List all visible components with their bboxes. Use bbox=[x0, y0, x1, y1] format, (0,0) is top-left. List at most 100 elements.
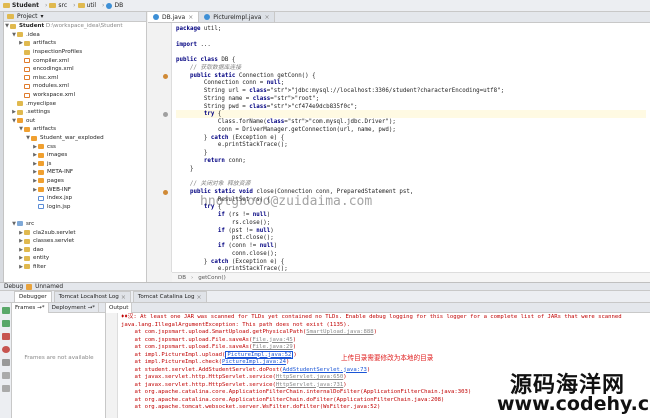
nav-crumb-3[interactable]: DB bbox=[106, 2, 123, 9]
chevron-down-icon[interactable]: ▾ bbox=[41, 13, 44, 20]
code-watermark: hnotgbooo@zuidaima.com bbox=[200, 194, 373, 209]
breadcrumb-class[interactable]: DB bbox=[178, 275, 186, 281]
nav-crumb-label: util bbox=[86, 2, 97, 9]
tree-item[interactable]: .myeclipse bbox=[4, 99, 146, 108]
debug-tab[interactable]: Tomcat Localhost Log × bbox=[53, 291, 131, 302]
tab-frames[interactable]: Frames →* bbox=[12, 302, 49, 313]
tree-item[interactable]: ▼ src bbox=[4, 220, 146, 229]
tree-item[interactable]: ▶ js bbox=[4, 160, 146, 169]
settings-icon[interactable] bbox=[2, 372, 10, 379]
annotation-note: 上传目录需要修改为本地的目录 bbox=[341, 354, 434, 362]
output-folder-icon bbox=[38, 152, 44, 158]
tree-item[interactable]: ▶ dao bbox=[4, 245, 146, 254]
tree-item[interactable]: ▶ cla2sub.servlet bbox=[4, 228, 146, 237]
project-panel-header: Project ▾ bbox=[4, 12, 146, 22]
resume-icon[interactable] bbox=[2, 320, 10, 327]
tree-item[interactable]: ▶ WEB-INF bbox=[4, 185, 146, 194]
close-icon[interactable]: × bbox=[121, 294, 126, 301]
tree-item[interactable]: misc.xml bbox=[4, 74, 146, 83]
tree-item[interactable]: ▼ artifacts bbox=[4, 125, 146, 134]
tree-item[interactable]: encodings.xml bbox=[4, 65, 146, 74]
folder-icon bbox=[24, 238, 30, 244]
project-header-label[interactable]: Project bbox=[17, 13, 38, 20]
nav-crumb-label: Student bbox=[12, 2, 39, 9]
tree-item[interactable] bbox=[4, 211, 146, 220]
stack-trace-link[interactable]: PictureImpl.java:24 bbox=[222, 359, 286, 365]
tree-item[interactable]: ▼ Student_war_exploded bbox=[4, 134, 146, 143]
fold-marker-icon[interactable] bbox=[163, 112, 168, 118]
folder-icon bbox=[24, 49, 30, 55]
console-line: at javax.servlet.http.HttpServlet.servic… bbox=[121, 382, 346, 390]
debug-tab[interactable]: Debugger bbox=[14, 291, 52, 302]
code-editor[interactable]: package util; import ... public class DB {… bbox=[172, 23, 650, 272]
stack-trace-link[interactable]: HttpServlet.java:650 bbox=[276, 374, 343, 380]
tree-item[interactable]: ▶ .settings bbox=[4, 108, 146, 117]
output-folder-icon bbox=[38, 161, 44, 167]
tree-item[interactable]: index.jsp bbox=[4, 194, 146, 203]
tree-item[interactable]: ▶ filter bbox=[4, 263, 146, 272]
tree-item[interactable]: inspectionProfiles bbox=[4, 48, 146, 57]
source-folder-icon bbox=[17, 221, 23, 227]
close-icon[interactable]: × bbox=[264, 14, 269, 21]
editor-tab-label: DB.java bbox=[162, 13, 186, 21]
output-folder-icon bbox=[38, 187, 44, 193]
debug-config-name[interactable]: Unnamed bbox=[35, 284, 63, 290]
pin-icon[interactable] bbox=[2, 385, 10, 392]
folder-icon bbox=[49, 3, 57, 8]
tree-item[interactable]: ▶ pages bbox=[4, 177, 146, 186]
close-icon[interactable]: × bbox=[188, 14, 193, 21]
debug-tab[interactable]: Tomcat Catalina Log × bbox=[132, 291, 207, 302]
tree-item-label: META-INF bbox=[47, 169, 74, 176]
nav-crumb-1[interactable]: src bbox=[49, 2, 67, 9]
editor-tab[interactable]: PictureImpl.java × bbox=[199, 12, 276, 22]
method-marker-icon[interactable] bbox=[163, 73, 168, 79]
tree-item-label: artifacts bbox=[33, 126, 57, 133]
breakpoints-icon[interactable] bbox=[2, 346, 10, 353]
tree-item-label: dao bbox=[33, 246, 44, 253]
mute-breakpoints-icon[interactable] bbox=[2, 359, 10, 366]
tab-deployment[interactable]: Deployment →* bbox=[49, 302, 100, 313]
stop-icon[interactable] bbox=[2, 333, 10, 340]
project-root[interactable]: ▼ Student D:\workspace_idea\Student bbox=[4, 22, 146, 31]
tree-item[interactable]: compiler.xml bbox=[4, 56, 146, 65]
tree-item[interactable]: modules.xml bbox=[4, 82, 146, 91]
editor-tab[interactable]: DB.java × bbox=[148, 12, 200, 22]
stack-trace-link[interactable]: PictureImpl.java:52 bbox=[225, 350, 294, 359]
breadcrumb-method[interactable]: getConn() bbox=[198, 275, 226, 281]
method-marker-icon[interactable] bbox=[163, 189, 168, 195]
console-line: at javax.servlet.http.HttpServlet.servic… bbox=[121, 374, 346, 382]
close-icon[interactable]: × bbox=[197, 294, 202, 301]
tab-output[interactable]: Output bbox=[106, 302, 133, 313]
console-text: ) bbox=[366, 366, 371, 373]
folder-icon bbox=[24, 40, 30, 46]
nav-crumb-0[interactable]: Student bbox=[3, 2, 39, 9]
tree-item[interactable]: ▶ META-INF bbox=[4, 168, 146, 177]
tree-item[interactable]: ▼ out bbox=[4, 117, 146, 126]
tree-item[interactable]: ▶ classes.servlet bbox=[4, 237, 146, 246]
tree-item[interactable]: ▶ artifacts bbox=[4, 39, 146, 48]
project-icon bbox=[7, 14, 14, 19]
tree-item[interactable]: workspace.xml bbox=[4, 91, 146, 100]
tree-item[interactable]: login.jsp bbox=[4, 202, 146, 211]
tree-item-label: .idea bbox=[26, 31, 40, 38]
stack-trace-link[interactable]: SmartUpload.java:888 bbox=[306, 329, 373, 335]
stack-trace-link[interactable]: HttpServlet.java:731 bbox=[276, 382, 343, 388]
tree-item-label: index.jsp bbox=[47, 195, 73, 202]
nav-separator: › bbox=[44, 2, 48, 9]
stack-trace-link[interactable]: File.java:45 bbox=[252, 337, 292, 343]
rerun-icon[interactable] bbox=[2, 307, 10, 314]
tree-item[interactable]: ▼ .idea bbox=[4, 31, 146, 40]
tree-item[interactable]: ▶ css bbox=[4, 142, 146, 151]
tree-item-label: encodings.xml bbox=[33, 66, 74, 73]
output-folder-icon bbox=[31, 135, 37, 141]
console-line: at impl.PictureImpl.upload(PictureImpl.j… bbox=[121, 350, 297, 360]
tree-item[interactable]: ▶ entity bbox=[4, 254, 146, 263]
project-panel: Project ▾ ▼ Student D:\workspace_idea\St… bbox=[4, 12, 147, 282]
nav-crumb-2[interactable]: util bbox=[77, 2, 97, 9]
chevron-right-icon: →* bbox=[37, 304, 45, 311]
tree-item-label: classes.servlet bbox=[33, 238, 75, 245]
tree-item[interactable]: ▶ images bbox=[4, 151, 146, 160]
stack-trace-link[interactable]: File.java:29 bbox=[252, 344, 292, 350]
stack-trace-link[interactable]: AddStudentServlet.java:73 bbox=[283, 367, 367, 373]
console-text: ) bbox=[292, 336, 297, 343]
